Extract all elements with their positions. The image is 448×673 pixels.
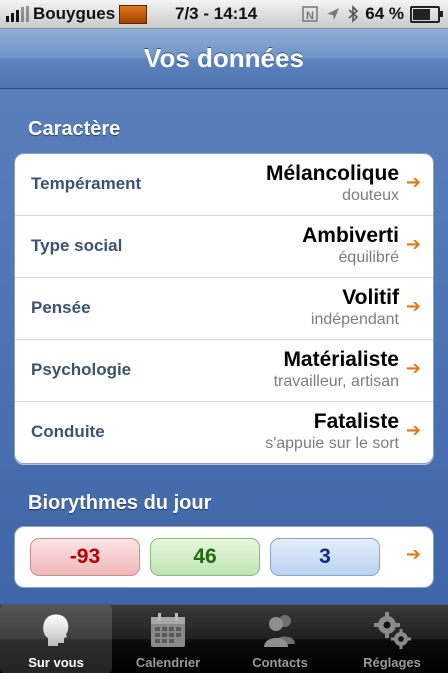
row-pensee[interactable]: Pensée Volitif indépendant ➔ [15, 278, 433, 340]
disclosure-arrow-icon[interactable]: ➔ [406, 420, 421, 441]
tab-label: Réglages [363, 655, 421, 670]
signal-strength-icon [6, 6, 29, 22]
row-subtitle: douteux [342, 187, 399, 204]
app-notification-icon [119, 4, 148, 24]
caractere-group: Tempérament Mélancolique douteux ➔ Type … [14, 153, 434, 464]
tab-label: Calendrier [135, 655, 201, 670]
head-icon [43, 614, 69, 646]
row-value: Mélancolique [265, 162, 399, 185]
tab-label: Sur vous [28, 655, 84, 670]
tab-sur-vous[interactable]: Sur vous [0, 605, 112, 673]
row-value: Volitif [342, 286, 399, 309]
row-label: Tempérament [31, 174, 142, 193]
biorythme-intellectuel-value: 3 [270, 538, 380, 576]
row-value: Ambiverti [302, 224, 399, 247]
battery-icon [410, 5, 443, 23]
calendar-icon [151, 613, 185, 647]
row-subtitle: s'appuie sur le sort [265, 435, 399, 452]
row-label: Type social [31, 236, 123, 255]
status-datetime: 7/3 - 14:14 [175, 4, 258, 23]
disclosure-arrow-icon[interactable]: ➔ [406, 296, 421, 317]
disclosure-arrow-icon[interactable]: ➔ [406, 172, 421, 193]
contacts-icon [264, 615, 295, 647]
row-label: Pensée [31, 298, 91, 317]
location-icon [327, 8, 340, 20]
row-label: Conduite [31, 422, 105, 441]
navigation-bar: Vos données [0, 29, 448, 89]
battery-percent: 64 % [365, 4, 404, 23]
tab-bar: Sur vous Calendrier Contacts Réglages [0, 604, 448, 673]
section-title-biorythmes: Biorythmes du jour [28, 492, 212, 514]
carrier-name: Bouygues [33, 4, 116, 23]
disclosure-arrow-icon[interactable]: ➔ [406, 234, 421, 255]
row-conduite[interactable]: Conduite Fataliste s'appuie sur le sort … [15, 402, 433, 463]
svg-text:N: N [306, 10, 314, 22]
tab-calendrier[interactable]: Calendrier [112, 605, 224, 673]
section-title-caractere: Caractère [28, 118, 121, 140]
row-value: Matérialiste [283, 348, 399, 371]
row-value: Fataliste [313, 410, 399, 433]
tty-icon: N [302, 6, 318, 22]
row-subtitle: travailleur, artisan [273, 373, 399, 390]
status-bar: Bouygues 7/3 - 14:14 N 64 % [0, 0, 448, 29]
biorythmes-row[interactable]: -93 46 3 ➔ [14, 526, 434, 588]
status-right: N 64 % [301, 4, 443, 24]
row-label: Psychologie [31, 360, 132, 379]
tab-contacts[interactable]: Contacts [224, 605, 336, 673]
biorythme-emotionnel-value: 46 [150, 538, 260, 576]
page-title: Vos données [144, 43, 304, 73]
disclosure-arrow-icon[interactable]: ➔ [406, 358, 421, 379]
bluetooth-icon [348, 5, 359, 23]
row-psychologie[interactable]: Psychologie Matérialiste travailleur, ar… [15, 340, 433, 402]
status-left: Bouygues [6, 4, 148, 24]
biorythme-physique-value: -93 [30, 538, 140, 576]
tab-reglages[interactable]: Réglages [336, 605, 448, 673]
row-type-social[interactable]: Type social Ambiverti équilibré ➔ [15, 216, 433, 278]
tab-label: Contacts [252, 655, 308, 670]
row-subtitle: indépendant [310, 311, 399, 328]
disclosure-arrow-icon[interactable]: ➔ [406, 544, 421, 565]
gears-icon [374, 612, 411, 649]
row-temperament[interactable]: Tempérament Mélancolique douteux ➔ [15, 154, 433, 216]
row-subtitle: équilibré [338, 249, 399, 266]
